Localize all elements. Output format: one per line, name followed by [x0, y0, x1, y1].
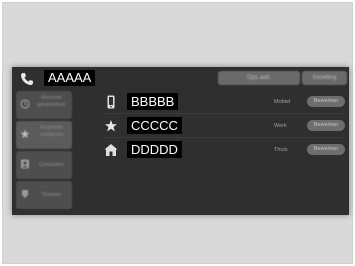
number-name: CCCCC	[127, 117, 182, 134]
sidebar-item-keypad[interactable]: Toetsen	[16, 181, 72, 209]
divider	[102, 137, 343, 138]
edit-button[interactable]: Bewerken	[307, 144, 345, 155]
number-name: DDDDD	[127, 141, 182, 158]
settings-button[interactable]: Instelling	[302, 71, 347, 85]
edit-button[interactable]: Bewerken	[307, 120, 345, 131]
sidebar-item-label: Toetsen	[41, 192, 62, 198]
edit-button[interactable]: Bewerken	[307, 96, 345, 107]
mobile-phone-icon	[107, 95, 115, 109]
keypad-icon	[22, 190, 28, 198]
phone-screen: AAAAA Ops.aall. Instelling Recente gespr…	[12, 67, 349, 215]
history-icon	[20, 99, 30, 109]
phone-handset-icon	[21, 73, 33, 85]
contacts-icon	[21, 159, 29, 169]
sidebar-item-favorites[interactable]: Favoriete contacten	[16, 121, 72, 149]
number-type: Thuis	[274, 147, 288, 153]
sidebar-item-label: Contacten	[38, 162, 65, 168]
sidebar-item-label: Favoriete contacten	[39, 125, 64, 138]
sidebar: Recente gesprekken Favoriete contacten C…	[16, 91, 72, 211]
number-type: Werk	[274, 123, 287, 129]
list-item[interactable]: DDDDD Thuis Bewerken	[104, 141, 345, 159]
star-icon	[20, 129, 30, 139]
page-frame: AAAAA Ops.aall. Instelling Recente gespr…	[2, 2, 353, 264]
top-bar: AAAAA Ops.aall. Instelling	[12, 67, 349, 89]
divider	[102, 113, 343, 114]
sidebar-item-label: Recente gesprekken	[37, 95, 66, 108]
star-icon	[105, 120, 117, 132]
list-item[interactable]: BBBBB Mobiel Bewerken	[104, 93, 345, 111]
sidebar-item-recent-calls[interactable]: Recente gesprekken	[16, 91, 72, 119]
home-icon	[104, 144, 118, 156]
number-type: Mobiel	[274, 99, 291, 105]
list-item[interactable]: CCCCC Werk Bewerken	[104, 117, 345, 135]
sidebar-item-contacts[interactable]: Contacten	[16, 151, 72, 179]
open-button[interactable]: Ops.aall.	[218, 71, 300, 85]
contact-name: AAAAA	[44, 70, 96, 86]
number-name: BBBBB	[127, 93, 179, 110]
